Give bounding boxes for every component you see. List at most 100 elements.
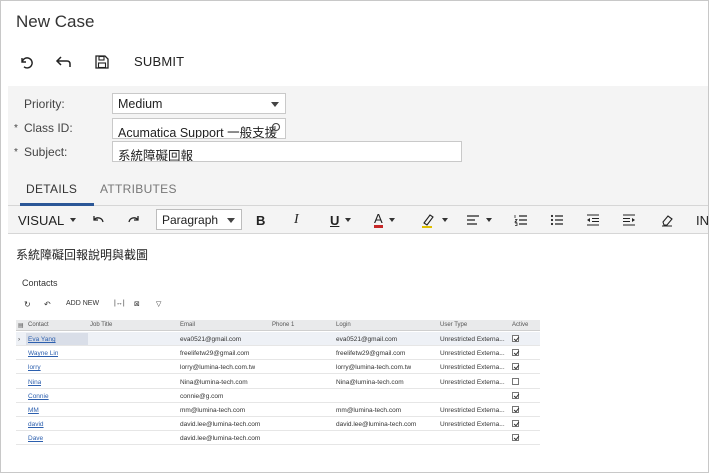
table-row: david david.lee@lumina-tech.com david.lee@…: [16, 417, 540, 432]
eraser-icon[interactable]: [660, 206, 674, 234]
search-icon[interactable]: [269, 122, 281, 137]
tab-bar: DETAILS ATTRIBUTES: [8, 174, 708, 206]
user-type-cell: Unrestricted Externa...: [440, 364, 505, 372]
required-marker: *: [14, 123, 18, 134]
email-cell: Nina@lumina-tech.com: [180, 378, 248, 386]
contact-cell: Connie: [28, 392, 49, 400]
column-header: Login: [336, 322, 351, 328]
font-color-button[interactable]: A: [374, 206, 395, 234]
chevron-down-icon: [271, 102, 279, 107]
italic-button[interactable]: I: [294, 206, 299, 234]
class-id-label: Class ID:: [24, 121, 73, 135]
table-row: Wayne Lin freelifetw29@gmail.com freelifet…: [16, 346, 540, 361]
priority-label: Priority:: [24, 97, 65, 111]
page-title: New Case: [16, 12, 95, 31]
tab-details[interactable]: DETAILS: [26, 182, 77, 196]
user-type-cell: Unrestricted Externa...: [440, 336, 505, 343]
highlighter-icon: [422, 214, 434, 228]
subject-input[interactable]: 系統障礙回報: [112, 141, 462, 162]
active-checkbox: [512, 363, 519, 371]
chevron-down-icon: [227, 218, 235, 223]
priority-value: Medium: [118, 97, 163, 111]
active-checkbox: [512, 420, 519, 428]
paragraph-style-select[interactable]: Paragraph: [156, 209, 242, 230]
current-row-icon: ›: [18, 336, 21, 343]
active-checkbox: [512, 391, 519, 399]
email-cell: lorry@lumina-tech.com.tw: [180, 364, 256, 372]
contact-cell: lorry: [28, 364, 41, 372]
refresh-icon: ↻: [24, 300, 31, 309]
redo-icon[interactable]: [126, 206, 142, 234]
grid-header: ▤ Contact Job Title Email Phone 1 Login …: [16, 320, 540, 331]
column-header: Job Title: [90, 322, 113, 328]
class-id-field[interactable]: Acumatica Support 一般支援: [112, 118, 286, 139]
align-button[interactable]: [466, 206, 492, 234]
tab-attributes[interactable]: ATTRIBUTES: [100, 182, 177, 196]
column-header: User Type: [440, 322, 468, 328]
fit-columns-icon: |↔|: [114, 300, 125, 307]
email-cell: connie@g.com: [180, 392, 224, 400]
back-arrow-icon[interactable]: [54, 52, 74, 72]
column-header: Contact: [28, 322, 49, 328]
login-cell: eva0521@gmail.com: [336, 336, 398, 343]
contact-cell: MM: [28, 407, 39, 414]
column-header: Phone 1: [272, 322, 295, 328]
contacts-title: Contacts: [22, 278, 58, 288]
row-selector-icon: ▤: [18, 323, 24, 329]
login-cell: lorry@lumina-tech.com.tw: [336, 364, 412, 372]
main-toolbar: SUBMIT: [0, 50, 709, 74]
user-type-cell: Unrestricted Externa...: [440, 407, 505, 414]
table-row: › Eva Yang eva0521@gmail.com eva0521@gmail.…: [16, 332, 540, 346]
login-cell: freelifetw29@gmail.com: [336, 350, 406, 358]
column-header: Email: [180, 322, 196, 328]
active-checkbox: [512, 377, 519, 385]
embedded-screenshot: Contacts ↻ ↶ ADD NEW |↔| ⊠ ▽ ▤ Contact J…: [14, 270, 540, 450]
priority-select[interactable]: Medium: [112, 93, 286, 114]
login-cell: david.lee@lumina-tech.com: [336, 421, 417, 429]
active-checkbox: [512, 406, 519, 413]
active-checkbox: [512, 434, 519, 442]
subject-label: Subject:: [24, 145, 68, 159]
indent-icon[interactable]: [622, 206, 636, 234]
align-left-icon: [467, 215, 479, 225]
chevron-down-icon: [388, 218, 395, 222]
outdent-icon[interactable]: [586, 206, 600, 234]
undo-icon[interactable]: [16, 52, 36, 72]
contact-cell: Dave: [28, 435, 44, 443]
contact-cell: Nina: [28, 378, 42, 386]
table-row: MM mm@lumina-tech.com mm@lumina-tech.com Un…: [16, 403, 540, 417]
visual-mode-dropdown[interactable]: VISUAL: [18, 206, 77, 234]
visual-mode-label: VISUAL: [18, 212, 65, 228]
numbered-list-icon[interactable]: [514, 206, 528, 234]
class-id-value: Acumatica Support 一般支援: [118, 126, 278, 139]
active-checkbox: [512, 349, 519, 357]
bold-button[interactable]: B: [256, 206, 265, 234]
table-row: Nina Nina@lumina-tech.com Nina@lumina-tech…: [16, 375, 540, 389]
font-color-glyph: A: [374, 210, 383, 228]
email-cell: freelifetw29@gmail.com: [180, 350, 250, 358]
table-row: Dave david.lee@lumina-tech.com: [16, 431, 540, 446]
email-cell: david.lee@lumina-tech.com: [180, 421, 261, 429]
export-icon: ⊠: [134, 301, 140, 308]
save-icon[interactable]: [92, 52, 112, 72]
chevron-down-icon: [70, 218, 77, 222]
chevron-down-icon: [486, 218, 492, 222]
contact-cell: Eva Yang: [28, 336, 56, 343]
highlight-button[interactable]: [420, 206, 448, 234]
case-summary-panel: Priority: Medium * Class ID: Acumatica S…: [8, 86, 708, 174]
table-row: Connie connie@g.com: [16, 389, 540, 403]
undo-icon: ↶: [44, 300, 51, 309]
undo-icon[interactable]: [90, 206, 106, 234]
login-cell: Nina@lumina-tech.com: [336, 378, 404, 386]
underline-glyph: U: [330, 212, 340, 228]
email-cell: mm@lumina-tech.com: [180, 407, 246, 414]
more-tools-button[interactable]: IN: [696, 206, 709, 234]
chevron-down-icon: [442, 218, 448, 222]
bulleted-list-icon[interactable]: [550, 206, 564, 234]
chevron-down-icon: [345, 218, 352, 222]
contact-cell: david: [28, 421, 44, 429]
editor-toolbar: VISUAL Paragraph B I U A IN: [8, 206, 709, 234]
submit-button[interactable]: SUBMIT: [134, 54, 184, 69]
user-type-cell: Unrestricted Externa...: [440, 350, 505, 358]
underline-button[interactable]: U: [330, 206, 352, 234]
